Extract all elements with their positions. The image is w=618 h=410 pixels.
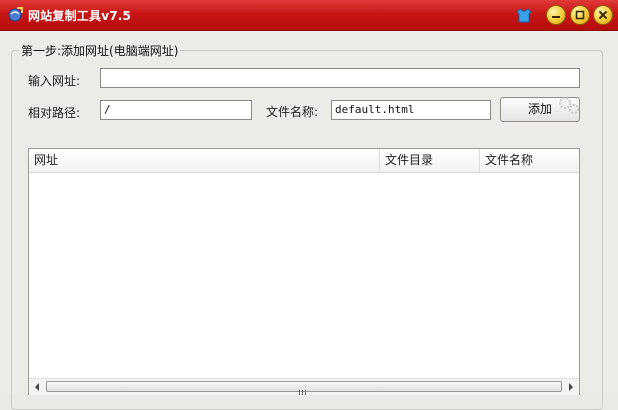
list-header: 网址 文件目录 文件名称 [29,149,579,173]
horizontal-scrollbar[interactable] [29,378,579,395]
column-header-url[interactable]: 网址 [29,149,380,172]
scroll-right-icon[interactable] [563,379,579,395]
scrollbar-thumb[interactable] [46,381,562,395]
maximize-button[interactable] [570,5,590,25]
grip-icon [299,384,308,398]
close-button[interactable] [593,5,613,25]
url-label: 输入网址: [28,74,81,88]
path-label: 相对路径: [28,106,81,120]
column-header-directory[interactable]: 文件目录 [380,149,480,172]
window-title: 网站复制工具v7.5 [28,9,132,23]
maximize-icon [575,10,585,20]
filename-input[interactable]: default.html [331,100,491,120]
path-input[interactable]: / [100,100,252,120]
scroll-left-icon[interactable] [29,379,45,395]
gear-icon [559,97,579,114]
minimize-button[interactable] [546,5,566,25]
url-list[interactable]: 网址 文件目录 文件名称 [28,148,580,395]
column-header-filename[interactable]: 文件名称 [480,149,579,172]
url-input[interactable] [100,68,580,88]
skin-icon[interactable] [515,6,533,24]
close-icon [598,10,608,20]
filename-label: 文件名称: [266,105,319,119]
minimize-icon [552,16,560,18]
app-icon [8,7,23,22]
title-bar[interactable]: 网站复制工具v7.5 [0,0,618,31]
step1-legend: 第一步:添加网址(电脑端网址) [20,42,181,59]
